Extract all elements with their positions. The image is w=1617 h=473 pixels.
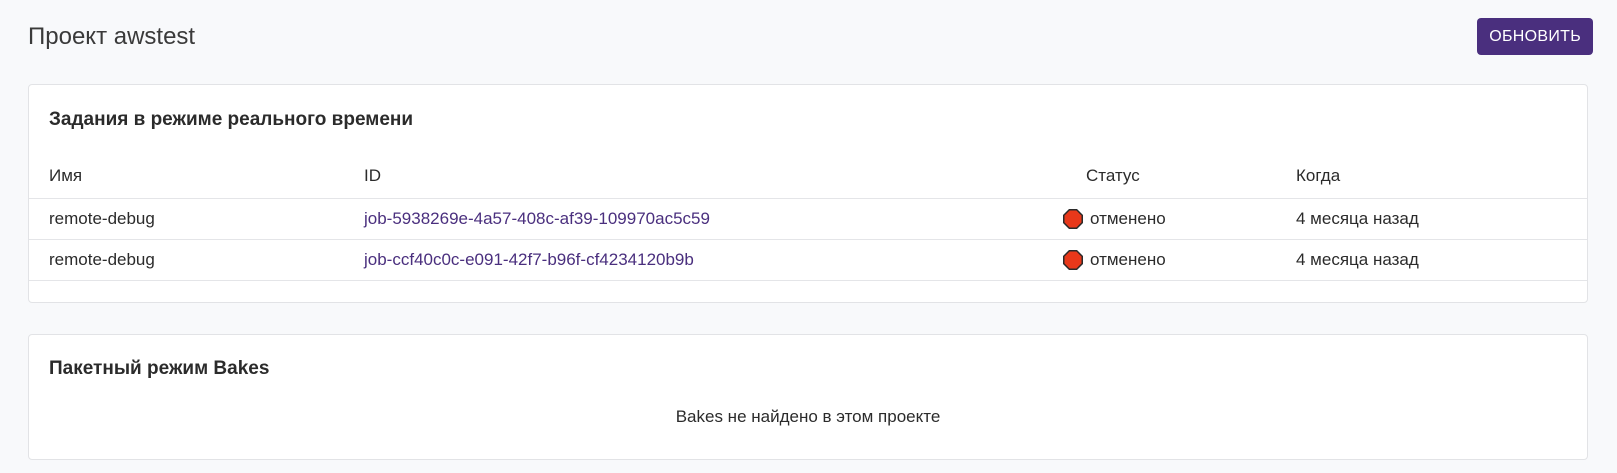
column-header-status: Статус: [1086, 166, 1140, 185]
job-name: remote-debug: [49, 250, 155, 269]
column-header-id: ID: [364, 166, 381, 185]
job-name: remote-debug: [49, 209, 155, 228]
table-row: remote-debug job-5938269e-4a57-408c-af39…: [29, 199, 1587, 240]
project-page: Проект awstest ОБНОВИТЬ Задания в режиме…: [0, 0, 1617, 473]
bakes-title: Пакетный режим Bakes: [49, 358, 270, 379]
job-status-label: отменено: [1090, 209, 1166, 228]
page-header: Проект awstest ОБНОВИТЬ: [28, 17, 1593, 55]
realtime-jobs-title: Задания в режиме реального времени: [49, 109, 414, 130]
refresh-button[interactable]: ОБНОВИТЬ: [1477, 18, 1593, 55]
page-title: Проект awstest: [28, 23, 196, 50]
job-status: отменено: [1062, 199, 1166, 239]
realtime-jobs-card: Задания в режиме реального времени Имя I…: [28, 84, 1588, 303]
job-when: 4 месяца назад: [1296, 250, 1419, 269]
job-status-label: отменено: [1090, 250, 1166, 269]
table-row: remote-debug job-ccf40c0c-e091-42f7-b96f…: [29, 240, 1587, 281]
job-when: 4 месяца назад: [1296, 209, 1419, 228]
job-status: отменено: [1062, 240, 1166, 280]
bakes-empty-message: Bakes не найдено в этом проекте: [675, 407, 941, 426]
stop-icon: [1063, 209, 1083, 229]
column-header-name: Имя: [49, 166, 83, 185]
stop-icon: [1063, 250, 1083, 270]
bakes-card: Пакетный режим Bakes Bakes не найдено в …: [28, 334, 1588, 460]
table-header: Имя ID Статус Когда: [29, 165, 1587, 199]
job-id-link[interactable]: job-ccf40c0c-e091-42f7-b96f-cf4234120b9b: [364, 250, 694, 270]
jobs-table: Имя ID Статус Когда remote-debug job-593…: [29, 165, 1587, 281]
column-header-when: Когда: [1296, 166, 1341, 185]
job-id-link[interactable]: job-5938269e-4a57-408c-af39-109970ac5c59: [364, 209, 710, 229]
